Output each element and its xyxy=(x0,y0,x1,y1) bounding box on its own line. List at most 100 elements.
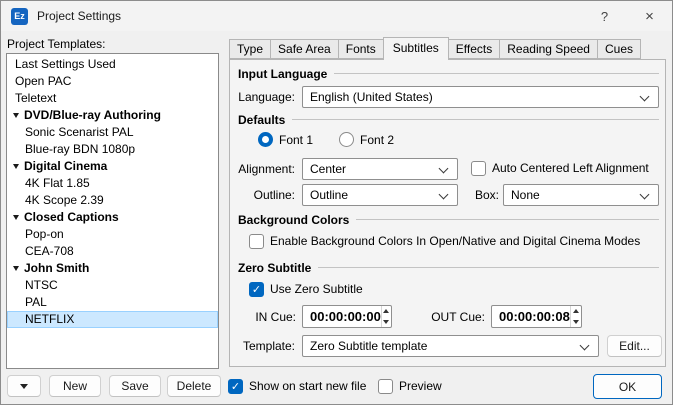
template-item-4k-scope[interactable]: 4K Scope 2.39 xyxy=(7,192,218,209)
checkbox-icon xyxy=(249,281,264,297)
outline-label: Outline: xyxy=(253,188,295,202)
group-title: Defaults xyxy=(238,112,286,127)
template-group-dvd[interactable]: DVD/Blue-ray Authoring xyxy=(7,107,218,124)
template-group-john-smith[interactable]: John Smith xyxy=(7,260,218,277)
ok-button[interactable]: OK xyxy=(593,374,662,399)
zero-subtitle-template-select[interactable]: Zero Subtitle template xyxy=(302,335,599,357)
chevron-down-icon xyxy=(438,189,449,200)
template-item-teletext[interactable]: Teletext xyxy=(7,90,218,107)
preview-label: Preview xyxy=(399,379,442,393)
window-title: Project Settings xyxy=(37,9,122,23)
tab-reading-speed[interactable]: Reading Speed xyxy=(499,39,598,59)
save-button[interactable]: Save xyxy=(109,375,161,397)
template-item-sonic-scenarist[interactable]: Sonic Scenarist PAL xyxy=(7,124,218,141)
language-label: Language: xyxy=(238,90,295,104)
show-on-start-checkbox[interactable]: Show on start new file xyxy=(228,378,366,394)
template-item-last-settings[interactable]: Last Settings Used xyxy=(7,56,218,73)
divider xyxy=(292,119,659,120)
group-label: Closed Captions xyxy=(24,210,119,224)
language-select[interactable]: English (United States) xyxy=(302,86,659,108)
delete-button[interactable]: Delete xyxy=(167,375,221,397)
chevron-down-icon xyxy=(639,91,650,102)
new-button[interactable]: New xyxy=(49,375,101,397)
out-cue-field[interactable]: 00:00:00:08 xyxy=(491,305,582,328)
tab-fonts[interactable]: Fonts xyxy=(337,39,384,59)
tab-cues[interactable]: Cues xyxy=(596,39,641,59)
checkbox-icon xyxy=(471,160,486,176)
zero-subtitle-group-header: Zero Subtitle xyxy=(238,260,659,275)
group-label: Digital Cinema xyxy=(24,159,108,173)
background-colors-group-header: Background Colors xyxy=(238,212,659,227)
group-title: Background Colors xyxy=(238,212,350,227)
font2-label: Font 2 xyxy=(360,132,395,147)
spin-down-icon[interactable] xyxy=(382,317,391,328)
checkbox-icon xyxy=(378,378,393,394)
templates-listbox[interactable]: Last Settings Used Open PAC Teletext DVD… xyxy=(6,53,219,369)
out-cue-label: OUT Cue: xyxy=(431,310,485,324)
template-item-netflix-selected[interactable]: NETFLIX xyxy=(7,311,218,328)
tab-subtitles[interactable]: Subtitles xyxy=(382,37,449,60)
alignment-value: Center xyxy=(310,162,347,176)
in-cue-spinner xyxy=(380,306,391,328)
font2-radio[interactable]: Font 2 xyxy=(339,132,394,147)
box-label: Box: xyxy=(474,188,499,202)
tab-type[interactable]: Type xyxy=(229,39,272,59)
divider xyxy=(334,73,659,74)
spin-up-icon[interactable] xyxy=(571,306,581,317)
template-item-4k-flat[interactable]: 4K Flat 1.85 xyxy=(7,175,218,192)
spin-up-icon[interactable] xyxy=(382,306,391,317)
group-title: Zero Subtitle xyxy=(238,260,312,275)
template-value: Zero Subtitle template xyxy=(310,339,428,353)
radio-dot-icon xyxy=(339,132,355,147)
help-button[interactable]: ? xyxy=(582,1,627,31)
template-group-closed-captions[interactable]: Closed Captions xyxy=(7,209,218,226)
expand-arrow-icon xyxy=(13,266,19,271)
expand-arrow-icon xyxy=(13,113,19,118)
template-menu-button[interactable] xyxy=(7,375,41,397)
auto-centered-checkbox[interactable]: Auto Centered Left Alignment xyxy=(471,160,649,176)
font1-radio[interactable]: Font 1 xyxy=(258,132,313,147)
divider xyxy=(356,219,659,220)
group-title: Input Language xyxy=(238,66,328,81)
checkbox-icon xyxy=(249,233,264,249)
app-icon-text: Ez xyxy=(14,11,25,21)
chevron-down-icon xyxy=(438,163,449,174)
radio-dot-icon xyxy=(258,132,273,147)
app-icon: Ez xyxy=(11,7,28,25)
expand-arrow-icon xyxy=(13,164,19,169)
template-group-digital-cinema[interactable]: Digital Cinema xyxy=(7,158,218,175)
alignment-select[interactable]: Center xyxy=(302,158,458,180)
enable-background-colors-checkbox[interactable]: Enable Background Colors In Open/Native … xyxy=(249,233,640,249)
use-zero-subtitle-label: Use Zero Subtitle xyxy=(270,282,363,296)
group-label: DVD/Blue-ray Authoring xyxy=(24,108,161,122)
template-item-pop-on[interactable]: Pop-on xyxy=(7,226,218,243)
use-zero-subtitle-checkbox[interactable]: Use Zero Subtitle xyxy=(249,281,363,297)
show-on-start-label: Show on start new file xyxy=(249,379,367,393)
template-item-open-pac[interactable]: Open PAC xyxy=(7,73,218,90)
template-label: Template: xyxy=(242,339,295,353)
tab-safe-area[interactable]: Safe Area xyxy=(270,39,339,59)
close-button[interactable]: × xyxy=(627,1,672,31)
in-cue-field[interactable]: 00:00:00:00 xyxy=(302,305,392,328)
tab-effects[interactable]: Effects xyxy=(447,39,501,59)
box-value: None xyxy=(511,188,540,202)
chevron-down-icon xyxy=(579,340,590,351)
spin-down-icon[interactable] xyxy=(571,317,581,328)
in-cue-label: IN Cue: xyxy=(255,310,296,324)
edit-template-button[interactable]: Edit... xyxy=(607,335,662,357)
outline-select[interactable]: Outline xyxy=(302,184,458,206)
template-item-pal[interactable]: PAL xyxy=(7,294,218,311)
template-item-ntsc[interactable]: NTSC xyxy=(7,277,218,294)
preview-checkbox[interactable]: Preview xyxy=(378,378,442,394)
group-label: John Smith xyxy=(24,261,90,275)
template-item-bluray-bdn[interactable]: Blue-ray BDN 1080p xyxy=(7,141,218,158)
template-item-cea708[interactable]: CEA-708 xyxy=(7,243,218,260)
defaults-group-header: Defaults xyxy=(238,112,659,127)
dropdown-arrow-icon xyxy=(20,383,28,389)
titlebar: Ez Project Settings ? × xyxy=(1,1,672,31)
divider xyxy=(318,267,659,268)
alignment-label: Alignment: xyxy=(238,162,295,176)
input-language-group-header: Input Language xyxy=(238,66,659,81)
box-select[interactable]: None xyxy=(503,184,659,206)
expand-arrow-icon xyxy=(13,215,19,220)
